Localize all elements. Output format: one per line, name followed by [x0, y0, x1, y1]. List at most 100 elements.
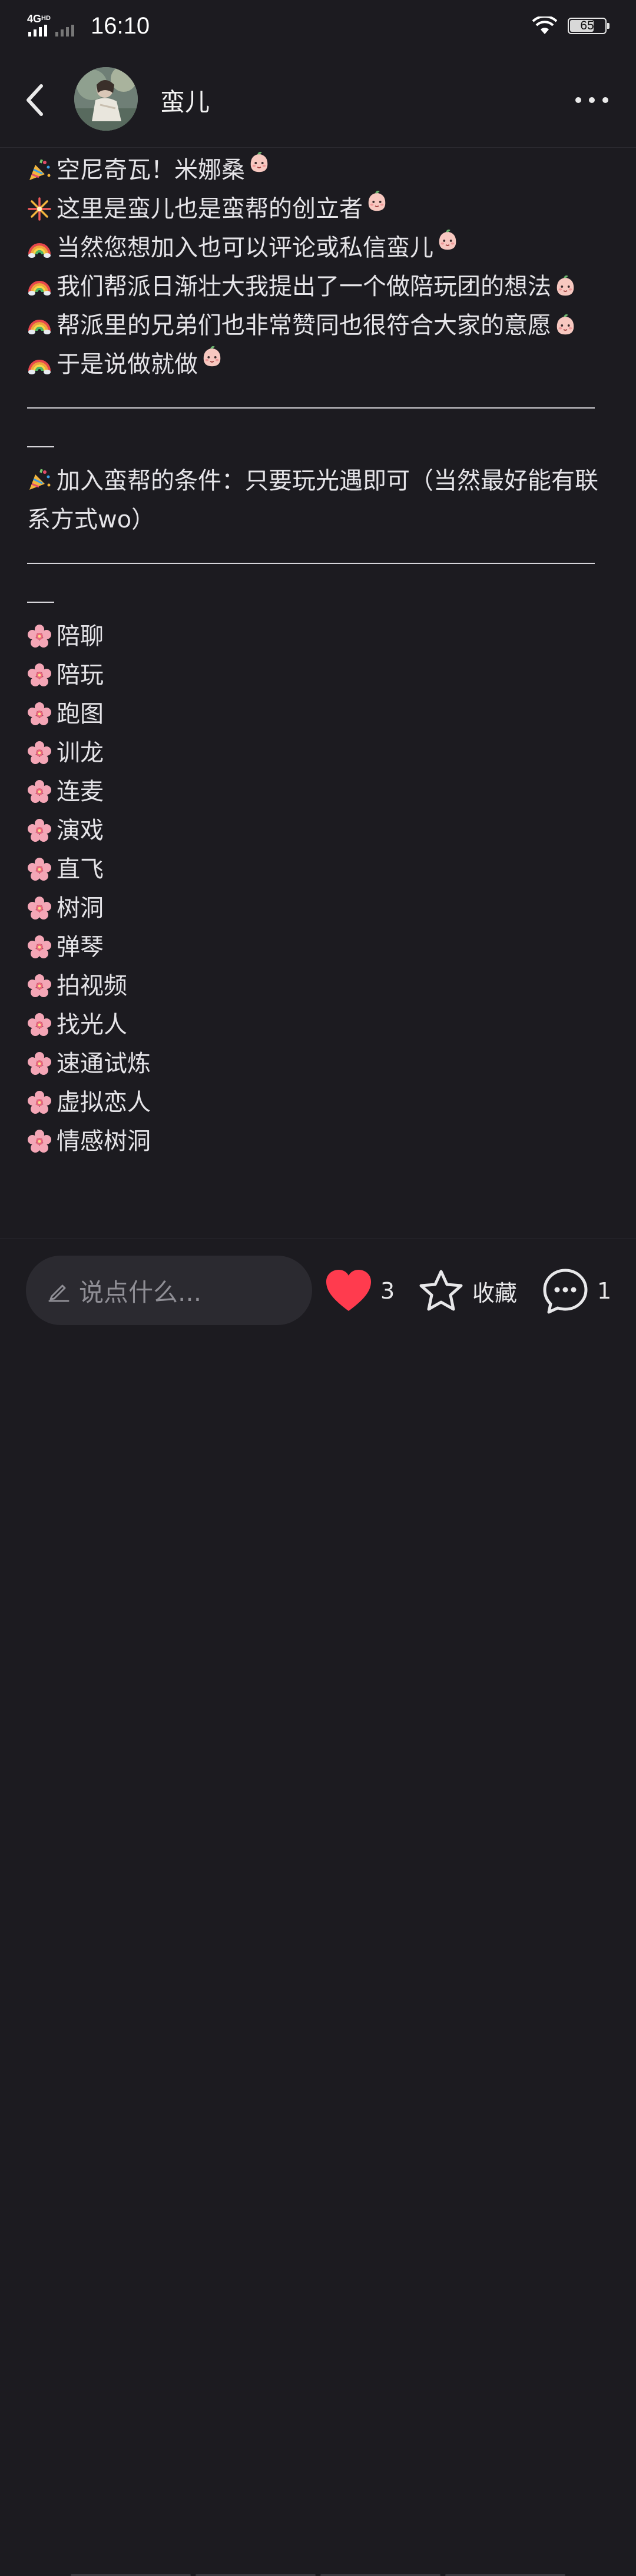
peach-face-icon [200, 345, 224, 369]
service-list: 陪聊 陪玩 跑图 训龙 连麦 演戏 直飞 树洞 弹琴 拍视频 找光人 速通试炼 … [27, 617, 604, 1161]
list-item: 情感树洞 [27, 1122, 604, 1161]
divider [27, 384, 595, 462]
post-line: 我们帮派日渐壮大我提出了一个做陪玩团的想法 [27, 267, 604, 306]
post-line-text: 这里是蛮儿也是蛮帮的创立者 [57, 195, 363, 223]
battery-level: 65 [580, 19, 594, 32]
list-item: 树洞 [27, 889, 604, 928]
status-time: 16:10 [91, 12, 150, 39]
cherry-blossom-icon [27, 702, 52, 726]
status-left: 4G HD 16:10 [26, 9, 150, 42]
more-button[interactable] [571, 88, 612, 112]
star-icon [419, 1270, 463, 1311]
cherry-blossom-icon [27, 974, 52, 998]
list-item: 弹琴 [27, 928, 604, 967]
cherry-blossom-icon [27, 1129, 52, 1154]
heart-icon [326, 1270, 371, 1311]
cherry-blossom-icon [27, 663, 52, 688]
cherry-blossom-icon [27, 935, 52, 960]
list-item-label: 直飞 [57, 856, 104, 883]
comment-input[interactable]: 说点什么... [26, 1256, 312, 1325]
peach-face-icon [365, 190, 389, 213]
cherry-blossom-icon [27, 896, 52, 921]
post-content: 空尼奇瓦！米娜桑 这里是蛮儿也是蛮帮的创立者 当然您想加入也可以评论或私信蛮儿 … [27, 151, 604, 1161]
rainbow-icon [27, 235, 52, 260]
battery-icon: 65 [568, 18, 610, 34]
post-line: 帮派里的兄弟们也非常赞同也很符合大家的意愿 [27, 306, 604, 345]
list-item: 陪玩 [27, 656, 604, 695]
party-popper-icon [27, 467, 52, 492]
avatar[interactable] [74, 67, 138, 131]
status-right: 65 [532, 13, 610, 39]
svg-text:HD: HD [41, 15, 51, 22]
back-button[interactable] [18, 79, 53, 121]
list-item-label: 训龙 [57, 739, 104, 766]
list-item: 演戏 [27, 811, 604, 850]
cherry-blossom-icon [27, 1013, 52, 1037]
post-line-text: 于是说做就做 [57, 351, 198, 378]
svg-text:4G: 4G [27, 13, 41, 25]
party-popper-icon [27, 158, 52, 182]
list-item: 训龙 [27, 733, 604, 772]
favorite-button[interactable]: 收藏 [418, 1263, 517, 1319]
nav-bar: 蛮儿 [0, 53, 636, 148]
list-item-label: 速通试炼 [57, 1050, 151, 1077]
peach-face-icon [436, 228, 459, 252]
comment-bubble-icon [543, 1269, 588, 1314]
like-count: 3 [380, 1278, 395, 1304]
signal-icon: 4G HD [27, 13, 74, 36]
list-item-label: 跑图 [57, 701, 104, 728]
cherry-blossom-icon [27, 624, 52, 649]
page-title: 蛮儿 [160, 88, 210, 117]
list-item-label: 演戏 [57, 817, 104, 844]
post-line: 空尼奇瓦！米娜桑 [27, 151, 604, 190]
list-item-label: 找光人 [57, 1011, 127, 1038]
rainbow-icon [27, 352, 52, 377]
favorite-label: 收藏 [472, 1280, 518, 1306]
post-line: 当然您想加入也可以评论或私信蛮儿 [27, 228, 604, 267]
pencil-icon [48, 1284, 69, 1302]
fireworks-icon [27, 197, 52, 221]
chevron-left-icon [26, 84, 43, 116]
list-item-label: 树洞 [57, 895, 104, 922]
cherry-blossom-icon [27, 741, 52, 765]
list-item-label: 连麦 [57, 778, 104, 805]
comment-placeholder: 说点什么... [79, 1277, 202, 1307]
bottom-action-bar: 说点什么... 3 收藏 1 [0, 1239, 636, 2576]
peach-face-icon [554, 274, 577, 298]
comment-button[interactable]: 1 [542, 1263, 611, 1319]
rainbow-icon [27, 312, 52, 337]
condition-text: 加入蛮帮的条件：只要玩光遇即可（当然最好能有联系方式wo） [27, 467, 598, 533]
condition-line: 加入蛮帮的条件：只要玩光遇即可（当然最好能有联系方式wo） [27, 462, 604, 539]
cherry-blossom-icon [27, 857, 52, 882]
post-line-text: 空尼奇瓦！米娜桑 [57, 157, 245, 184]
list-item: 拍视频 [27, 967, 604, 1005]
list-item-label: 陪聊 [57, 623, 104, 650]
wifi-icon [532, 16, 557, 34]
list-item: 虚拟恋人 [27, 1083, 604, 1122]
peach-face-icon [247, 151, 271, 174]
divider [27, 539, 595, 617]
list-item: 连麦 [27, 772, 604, 811]
cherry-blossom-icon [27, 818, 52, 843]
list-item-label: 情感树洞 [57, 1128, 151, 1155]
list-item-label: 陪玩 [57, 662, 104, 689]
list-item: 找光人 [27, 1005, 604, 1044]
list-item: 速通试炼 [27, 1044, 604, 1083]
cherry-blossom-icon [27, 1090, 52, 1115]
cherry-blossom-icon [27, 1051, 52, 1076]
list-item-label: 虚拟恋人 [57, 1089, 151, 1116]
post-line-text: 帮派里的兄弟们也非常赞同也很符合大家的意愿 [57, 312, 551, 339]
post-line-text: 我们帮派日渐壮大我提出了一个做陪玩团的想法 [57, 273, 551, 300]
list-item-label: 拍视频 [57, 972, 127, 1000]
status-bar: 4G HD 16:10 65 [0, 0, 636, 53]
rainbow-icon [27, 273, 52, 298]
like-button[interactable]: 3 [325, 1263, 395, 1319]
more-horizontal-icon [575, 97, 608, 103]
post-line: 于是说做就做 [27, 345, 604, 384]
list-item: 陪聊 [27, 617, 604, 656]
list-item-label: 弹琴 [57, 934, 104, 961]
post-line: 这里是蛮儿也是蛮帮的创立者 [27, 190, 604, 228]
list-item: 直飞 [27, 850, 604, 889]
comment-count: 1 [597, 1278, 612, 1304]
list-item: 跑图 [27, 695, 604, 733]
